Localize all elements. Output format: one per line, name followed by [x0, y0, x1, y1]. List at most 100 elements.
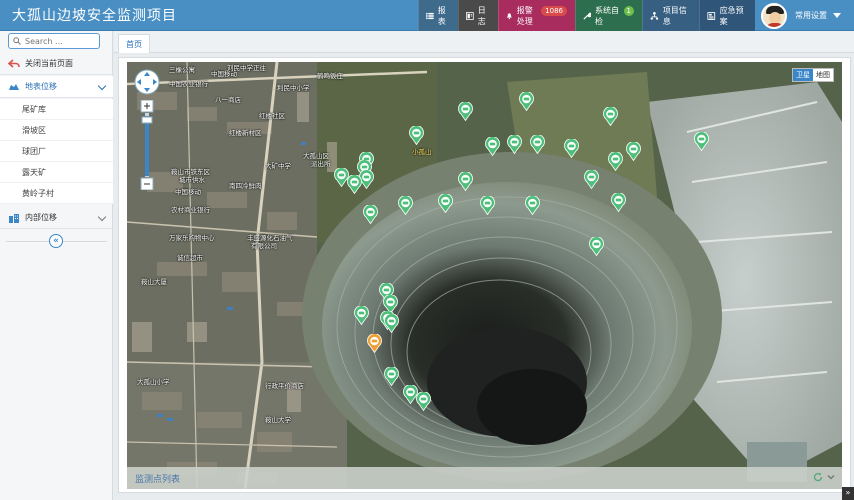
- list-icon: [426, 12, 434, 19]
- monitoring-point-marker[interactable]: [409, 126, 424, 145]
- nav-project-info-label: 项目信息: [662, 5, 687, 26]
- nav-alarm-label: 报警处理: [516, 5, 533, 26]
- monitoring-point-marker[interactable]: [438, 194, 453, 213]
- sidebar-item-huanglingzi-village[interactable]: 黄岭子村: [0, 183, 113, 204]
- monitoring-point-marker[interactable]: [519, 92, 534, 111]
- nav-alarm[interactable]: 报警处理 1086: [498, 0, 575, 31]
- sub-item-label: 滑坡区: [22, 125, 46, 135]
- tab-home[interactable]: 首页: [118, 34, 150, 53]
- nav-emergency-plan[interactable]: 应急预案: [699, 0, 755, 31]
- map-label: 中国农业银行: [169, 80, 208, 88]
- search-box[interactable]: [8, 33, 100, 49]
- wrench-icon: [583, 12, 591, 20]
- sidebar-item-open-pit[interactable]: 露天矿: [0, 162, 113, 183]
- monitoring-point-marker[interactable]: [603, 107, 618, 126]
- nav-report[interactable]: 报表: [418, 0, 458, 31]
- nav-self-check-label: 系统自检: [594, 5, 619, 26]
- sidebar-group-surface-displacement[interactable]: 地表位移: [0, 76, 113, 98]
- monitoring-point-marker[interactable]: [458, 172, 473, 191]
- monitoring-point-marker[interactable]: [608, 152, 623, 171]
- monitoring-point-marker[interactable]: [611, 193, 626, 212]
- surface-icon: [9, 83, 19, 90]
- map-type-satellite[interactable]: 卫星: [793, 69, 813, 81]
- monitoring-point-marker[interactable]: [458, 102, 473, 121]
- building-icon: [9, 213, 19, 223]
- pan-control[interactable]: [133, 68, 161, 96]
- map-label: 中国移动: [175, 188, 201, 196]
- monitoring-point-marker[interactable]: [480, 196, 495, 215]
- close-current-page[interactable]: 关闭当前页面: [0, 53, 113, 75]
- monitoring-point-list-title: 监测点列表: [135, 474, 181, 485]
- chevron-down-icon[interactable]: [826, 472, 836, 482]
- monitoring-point-marker[interactable]: [416, 392, 431, 411]
- internal-group-label: 内部位移: [25, 213, 57, 222]
- map-label: 利民中小学: [277, 84, 310, 92]
- search-input[interactable]: [25, 36, 95, 46]
- monitoring-point-marker[interactable]: [584, 170, 599, 189]
- monitoring-point-marker[interactable]: [384, 314, 399, 333]
- map-label: 鞍山大厦: [141, 278, 167, 286]
- monitoring-point-marker[interactable]: [398, 196, 413, 215]
- monitoring-point-marker[interactable]: [530, 135, 545, 154]
- map-label: 鹤鸣饭庄: [317, 72, 343, 80]
- monitoring-point-marker[interactable]: [485, 137, 500, 156]
- nav-report-label: 报表: [437, 5, 446, 26]
- sub-item-label: 露天矿: [22, 167, 46, 177]
- collapse-sidebar-button[interactable]: «: [49, 234, 63, 248]
- log-icon: [466, 11, 474, 20]
- scroll-to-top-button[interactable]: »: [842, 487, 854, 500]
- user-menu[interactable]: 常用设置: [757, 0, 854, 31]
- nav-log[interactable]: 日志: [458, 0, 498, 31]
- zoom-slider[interactable]: [140, 100, 154, 190]
- map-type-map[interactable]: 地图: [813, 69, 833, 81]
- monitoring-point-marker[interactable]: [525, 196, 540, 215]
- nav-self-check[interactable]: 系统自检 1: [575, 0, 642, 31]
- map-panel: 三橡公寓 中国农业银行 八一商店 红楼社区 红楼新村区 大孤山区 派出所 大矿中…: [118, 57, 851, 493]
- monitoring-point-marker[interactable]: [354, 306, 369, 325]
- back-arrow-icon: [8, 58, 20, 68]
- monitoring-point-marker[interactable]: [564, 139, 579, 158]
- close-page-label: 关闭当前页面: [25, 59, 73, 68]
- map-label: 南四冷鲜肉: [229, 182, 262, 190]
- map-label: 三橡公寓: [169, 66, 195, 74]
- top-bar: 大孤山边坡安全监测项目 报表 日志 报警处理 1086 系统自检 1 项目信息 …: [0, 0, 854, 31]
- map-label: 有限公司: [251, 242, 277, 250]
- refresh-icon[interactable]: [813, 472, 823, 482]
- sub-item-label: 尾矿库: [22, 104, 46, 114]
- map-type-toggle: 卫星 地图: [792, 68, 834, 82]
- sub-item-label: 球团厂: [22, 146, 46, 156]
- sidebar-item-tailings-pond[interactable]: 尾矿库: [0, 99, 113, 120]
- search-icon: [13, 37, 21, 45]
- map-label: 万家乐购物中心: [169, 234, 215, 242]
- alarm-count-badge: 1086: [541, 5, 567, 16]
- map-label: 大孤山小学: [137, 378, 170, 386]
- map-label: 大矿中学: [265, 162, 291, 170]
- monitoring-point-marker[interactable]: [626, 142, 641, 161]
- nav-project-info[interactable]: 项目信息: [642, 0, 699, 31]
- monitoring-point-marker[interactable]: [589, 237, 604, 256]
- user-menu-label: 常用设置: [795, 11, 827, 20]
- map-label: 派出所: [311, 160, 331, 168]
- avatar: [761, 2, 787, 29]
- monitoring-point-marker[interactable]: [384, 367, 399, 386]
- map-label: 八一商店: [215, 96, 241, 104]
- satellite-map[interactable]: 三橡公寓 中国农业银行 八一商店 红楼社区 红楼新村区 大孤山区 派出所 大矿中…: [127, 62, 842, 489]
- monitoring-point-marker[interactable]: [347, 175, 362, 194]
- nav-log-label: 日志: [477, 5, 486, 26]
- chevron-down-icon: [97, 212, 107, 222]
- map-label: 小孤山: [412, 148, 432, 156]
- map-label: 刘民中学正往: [227, 64, 266, 72]
- self-check-badge: 1: [623, 5, 634, 16]
- monitoring-point-marker[interactable]: [363, 205, 378, 224]
- map-label: 红楼新村区: [229, 129, 262, 137]
- monitoring-point-marker[interactable]: [694, 132, 709, 151]
- monitoring-point-list-bar[interactable]: 监测点列表: [127, 467, 842, 489]
- monitoring-point-marker[interactable]: [367, 334, 382, 353]
- top-nav: 报表 日志 报警处理 1086 系统自检 1 项目信息 应急预案: [418, 0, 755, 31]
- sidebar-item-pellet-plant[interactable]: 球团厂: [0, 141, 113, 162]
- sidebar-group-internal-displacement[interactable]: 内部位移: [0, 207, 113, 229]
- sub-item-label: 黄岭子村: [22, 188, 54, 198]
- monitoring-point-marker[interactable]: [507, 135, 522, 154]
- sidebar-item-landslide-area[interactable]: 滑坡区: [0, 120, 113, 141]
- bell-icon: [507, 12, 512, 19]
